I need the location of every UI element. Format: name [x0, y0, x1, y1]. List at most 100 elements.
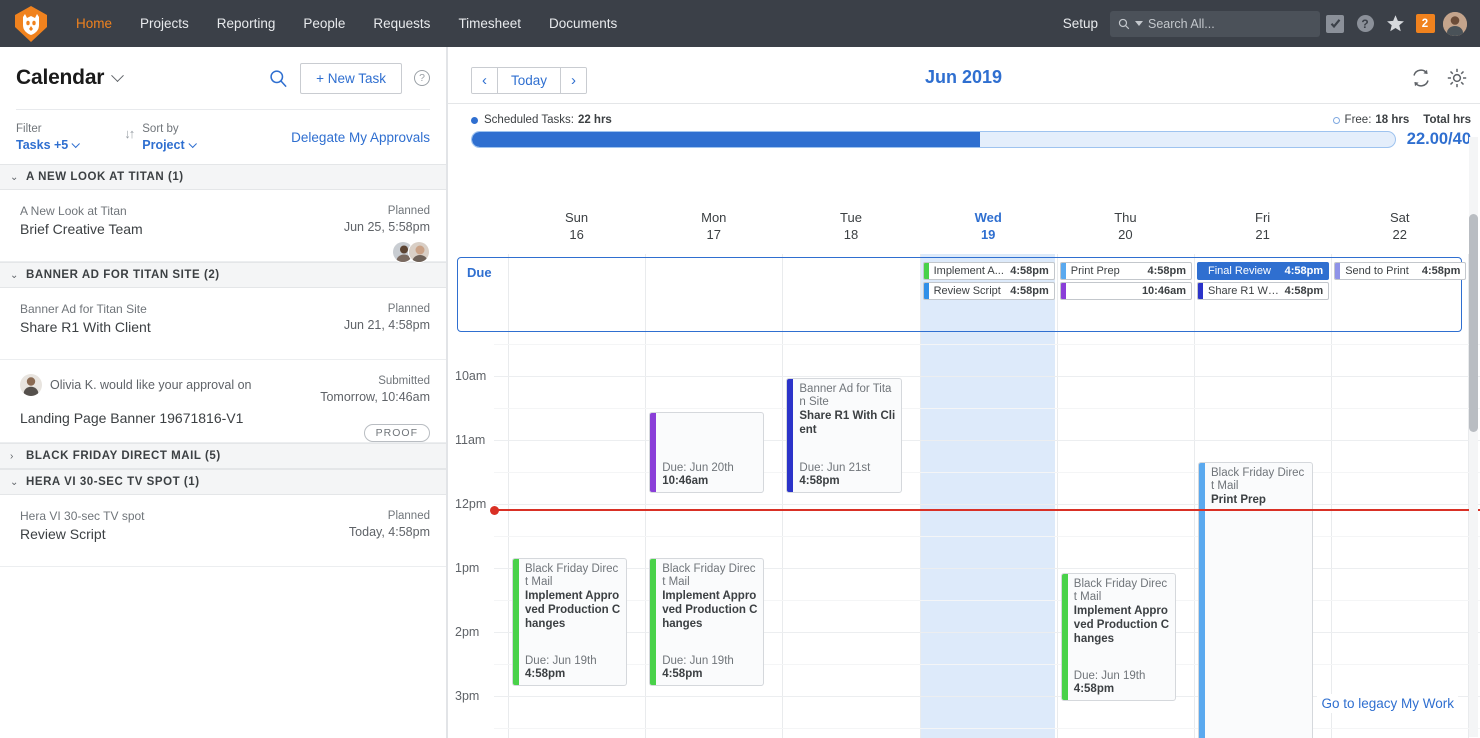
half-hour-gridline — [494, 536, 1480, 537]
task-status-label: Planned — [344, 302, 430, 317]
day-header-tue[interactable]: Tue18 — [782, 209, 919, 243]
sort-value-text: Project — [142, 138, 184, 152]
lion-shield-logo-icon — [10, 3, 52, 45]
day-of-week: Sat — [1331, 209, 1468, 226]
hours-progress-track — [471, 131, 1396, 148]
day-of-week: Wed — [920, 209, 1057, 226]
avatar — [408, 241, 430, 263]
day-headers-row: Sun16Mon17Tue18Wed19Thu20Fri21Sat22 — [447, 209, 1480, 254]
event-name: Share R1 With Client — [799, 409, 895, 437]
day-header-sun[interactable]: Sun16 — [508, 209, 645, 243]
hour-gridline — [494, 504, 1480, 505]
list-item[interactable]: Hera VI 30-sec TV spot Review Script Pla… — [0, 495, 446, 567]
chevron-right-icon: › — [10, 451, 26, 462]
nav-link-projects[interactable]: Projects — [126, 0, 203, 47]
all-day-task-chip[interactable]: Send to Print4:58pm — [1334, 262, 1466, 280]
notifications-button[interactable]: 2 — [1410, 0, 1440, 47]
view-switcher-chevron-down-icon[interactable] — [111, 69, 124, 82]
event-project: Banner Ad for Titan Site — [799, 383, 895, 409]
favorites-button[interactable] — [1380, 0, 1410, 47]
all-day-task-chip[interactable]: Implement A...4:58pm — [923, 262, 1055, 280]
day-header-sat[interactable]: Sat22 — [1331, 209, 1468, 243]
chip-task-name: Implement A... — [929, 265, 1004, 277]
nav-link-home[interactable]: Home — [62, 0, 126, 47]
sidebar-help-question-mark-icon[interactable]: ? — [414, 70, 430, 86]
calendar-event[interactable]: Black Friday Direct MailImplement Approv… — [1061, 573, 1176, 701]
search-input[interactable]: Search All... — [1110, 11, 1320, 37]
setup-link[interactable]: Setup — [1051, 16, 1110, 31]
calendar-scroll-area[interactable]: 10am11am12pm1pm2pm3pm4pmDue: Jun 20th10:… — [447, 254, 1480, 738]
task-due-date: Today, 4:58pm — [349, 524, 430, 541]
filter-chevron-down-icon — [72, 140, 80, 148]
search-icon[interactable] — [269, 69, 288, 88]
legacy-my-work-link[interactable]: Go to legacy My Work — [1317, 694, 1458, 713]
sidebar-group-header-banner-ad-for-titan-site[interactable]: ⌄ BANNER AD FOR TITAN SITE (2) — [0, 262, 446, 288]
tasks-checkmark-button[interactable] — [1320, 0, 1350, 47]
sort-arrows-icon[interactable]: ↓↑ — [124, 122, 133, 141]
due-row-label: Due — [467, 265, 492, 280]
nav-link-people[interactable]: People — [289, 0, 359, 47]
day-number: 20 — [1057, 226, 1194, 243]
calendar-event[interactable]: Banner Ad for Titan SiteShare R1 With Cl… — [786, 378, 901, 493]
sort-value[interactable]: Project — [142, 137, 194, 154]
event-body: Black Friday Direct MailImplement Approv… — [519, 559, 626, 685]
hours-right-legend: Free: 18 hrs Total hrs — [1333, 114, 1471, 126]
search-scope-chevron-down-icon[interactable] — [1135, 21, 1143, 26]
filter-control[interactable]: Filter Tasks +5 — [16, 122, 78, 154]
sidebar-group-header-black-friday-direct-mail[interactable]: › BLACK FRIDAY DIRECT MAIL (5) — [0, 443, 446, 469]
day-header-thu[interactable]: Thu20 — [1057, 209, 1194, 243]
task-status-label: Planned — [349, 509, 430, 524]
event-name: Print Prep — [1211, 493, 1307, 507]
total-hours-value: 22.00/40 — [1407, 130, 1471, 149]
all-day-task-chip[interactable]: 10:46am — [1060, 282, 1192, 300]
sidebar-group-header-a-new-look-at-titan[interactable]: ⌄ A NEW LOOK AT TITAN (1) — [0, 164, 446, 190]
hour-label: 10am — [455, 369, 486, 383]
day-header-mon[interactable]: Mon17 — [645, 209, 782, 243]
calendar-month-title: Jun 2019 — [447, 67, 1480, 88]
hours-summary: Scheduled Tasks: 22 hrs Free: 18 hrs Tot… — [447, 104, 1480, 148]
task-status-label: Planned — [344, 204, 430, 219]
user-menu-button[interactable] — [1440, 0, 1470, 47]
nav-link-requests[interactable]: Requests — [359, 0, 444, 47]
list-item[interactable]: A New Look at Titan Brief Creative Team … — [0, 190, 446, 262]
calendar-header: ‹ Today › Jun 2019 — [447, 47, 1480, 103]
event-project: Black Friday Direct Mail — [525, 563, 621, 589]
nav-link-reporting[interactable]: Reporting — [203, 0, 290, 47]
calendar-scrollbar-thumb[interactable] — [1469, 214, 1478, 432]
all-day-task-chip[interactable]: Print Prep4:58pm — [1060, 262, 1192, 280]
sort-control[interactable]: Sort by Project — [142, 122, 194, 154]
sort-label: Sort by — [142, 122, 194, 137]
approval-text: Olivia K. would like your approval on — [50, 378, 252, 392]
calendar-event[interactable]: Black Friday Direct MailImplement Approv… — [649, 558, 764, 686]
all-day-task-chip[interactable]: Final Review4:58pm — [1197, 262, 1329, 280]
list-item[interactable]: Banner Ad for Titan Site Share R1 With C… — [0, 288, 446, 360]
filter-value[interactable]: Tasks +5 — [16, 137, 78, 154]
calendar-event[interactable]: Black Friday Direct MailPrint PrepDue: J… — [1198, 462, 1313, 738]
all-day-task-chip[interactable]: Share R1 With...4:58pm — [1197, 282, 1329, 300]
event-body: Due: Jun 20th10:46am — [656, 413, 763, 492]
event-body: Black Friday Direct MailImplement Approv… — [656, 559, 763, 685]
gear-icon[interactable] — [1446, 67, 1468, 89]
brand-logo[interactable] — [0, 0, 62, 47]
calendar-event[interactable]: Black Friday Direct MailImplement Approv… — [512, 558, 627, 686]
assignee-avatars[interactable] — [344, 241, 430, 263]
chip-color-bar — [1061, 283, 1066, 299]
day-header-fri[interactable]: Fri21 — [1194, 209, 1331, 243]
chip-time: 10:46am — [1137, 285, 1191, 297]
day-header-wed[interactable]: Wed19 — [920, 209, 1057, 243]
chip-task-name: Print Prep — [1066, 265, 1120, 277]
calendar-event[interactable]: Due: Jun 20th10:46am — [649, 412, 764, 493]
nav-link-timesheet[interactable]: Timesheet — [444, 0, 535, 47]
chip-task-name: Share R1 With... — [1203, 285, 1280, 297]
help-button[interactable]: ? — [1350, 0, 1380, 47]
delegate-my-approvals-link[interactable]: Delegate My Approvals — [291, 122, 430, 145]
group-title: A NEW LOOK AT TITAN (1) — [26, 171, 184, 183]
nav-link-documents[interactable]: Documents — [535, 0, 631, 47]
sidebar-group-header-hera-vi-tv-spot[interactable]: ⌄ HERA VI 30-SEC TV SPOT (1) — [0, 469, 446, 495]
all-day-task-chip[interactable]: Review Script4:58pm — [923, 282, 1055, 300]
new-task-button[interactable]: + New Task — [300, 63, 402, 94]
list-item-approval[interactable]: Olivia K. would like your approval on La… — [0, 360, 446, 443]
page-title: Calendar — [16, 66, 104, 90]
day-number: 22 — [1331, 226, 1468, 243]
refresh-icon[interactable] — [1410, 67, 1432, 89]
